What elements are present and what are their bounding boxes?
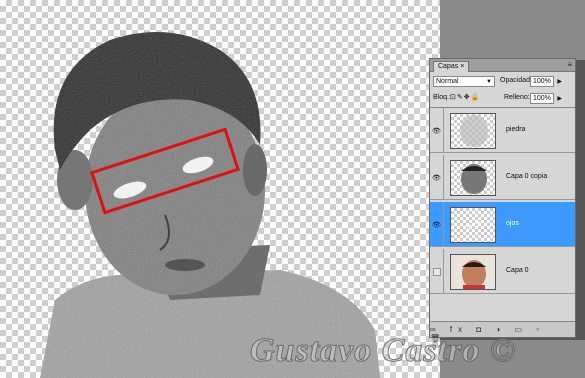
chevron-right-icon[interactable]: ▶ [557, 95, 562, 103]
chevron-down-icon: ▼ [486, 79, 492, 85]
layer-name: ojos [506, 220, 519, 227]
close-icon[interactable]: × [460, 63, 464, 70]
layer-thumbnail [450, 160, 496, 196]
lock-label: Bloq.: [433, 94, 451, 101]
opacity-field[interactable]: 100% ▶ [530, 76, 562, 87]
tab-label: Capas [438, 63, 459, 70]
lock-icons[interactable]: ⊡✎✥🔒 [450, 93, 480, 101]
blend-mode-select[interactable]: Normal ▼ [433, 76, 495, 87]
eye-icon[interactable]: 👁 [430, 155, 444, 200]
chevron-right-icon[interactable]: ▶ [557, 78, 562, 86]
fill-value: 100% [533, 95, 551, 102]
layer-row-capa0copia[interactable]: 👁 Capa 0 copia [430, 155, 575, 200]
panel-tabbar: Capas × ≡ [430, 59, 575, 72]
watermark: Gustavo Castro © [249, 332, 517, 370]
layer-name: Capa 0 [506, 267, 529, 274]
document-canvas[interactable] [0, 0, 440, 378]
opacity-value: 100% [533, 78, 551, 85]
blend-mode-value: Normal [436, 78, 459, 85]
layers-list: 👁 piedra 👁 Capa 0 copia 👁 ojos Capa 0 [430, 107, 575, 321]
opacity-label: Opacidad: [500, 77, 532, 84]
panel-menu-icon[interactable]: ≡ [567, 60, 572, 69]
layer-row-capa0[interactable]: Capa 0 [430, 249, 575, 294]
layer-row-ojos[interactable]: 👁 ojos [430, 202, 575, 247]
visibility-toggle[interactable] [430, 249, 444, 294]
layer-name: Capa 0 copia [506, 173, 548, 180]
fill-field[interactable]: 100% ▶ [530, 93, 562, 104]
tab-layers[interactable]: Capas × [433, 61, 470, 72]
eye-icon[interactable]: 👁 [430, 202, 444, 247]
layer-name: piedra [506, 126, 526, 133]
lock-row: Bloq.: ⊡✎✥🔒 Relleno: 100% ▶ [430, 91, 575, 105]
layer-thumbnail [450, 113, 496, 149]
workspace-background [440, 0, 585, 60]
grayscale-child-photo [40, 32, 380, 378]
blend-row: Normal ▼ Opacidad: 100% ▶ [430, 74, 575, 88]
fill-label: Relleno: [504, 94, 530, 101]
eye-icon[interactable]: 👁 [430, 108, 444, 153]
layer-thumbnail [450, 207, 496, 243]
layer-row-piedra[interactable]: 👁 piedra [430, 108, 575, 153]
layers-panel: Capas × ≡ Normal ▼ Opacidad: 100% ▶ Bloq.… [429, 58, 576, 343]
layer-thumbnail [450, 254, 496, 290]
